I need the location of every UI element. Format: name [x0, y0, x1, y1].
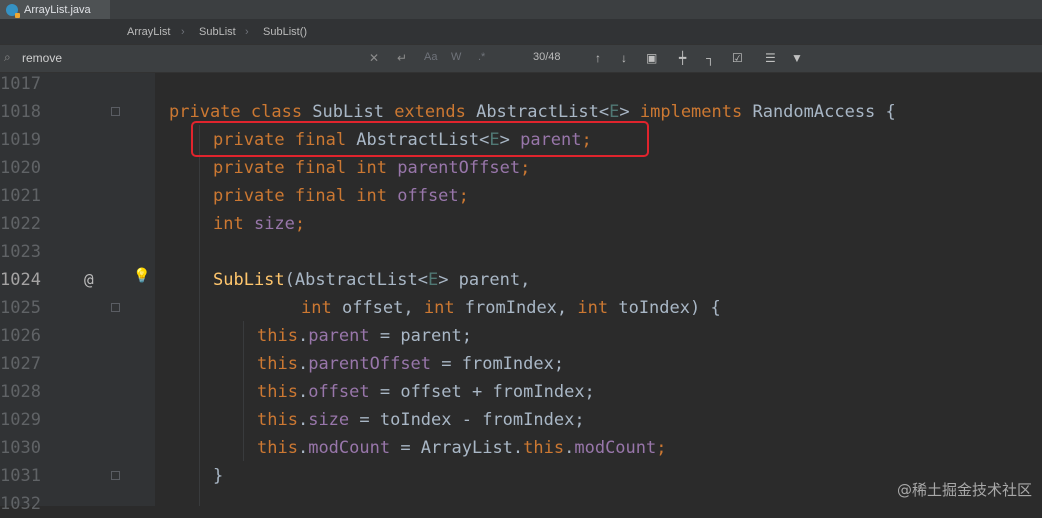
tab-arraylist-java[interactable]: ArrayList.java	[0, 0, 110, 19]
java-class-icon	[6, 3, 20, 18]
search-icon[interactable]: ⌕	[4, 50, 11, 65]
select-all-occurrences-icon[interactable]: ▣	[646, 51, 657, 65]
watermark: @稀土掘金技术社区	[896, 481, 1032, 499]
override-marker-icon[interactable]: @	[84, 266, 94, 294]
find-bar: ⌕ remove ✕ ↵ Aa W .* 30/48 ↑ ↓ ▣ ┿ ┐ ☑ ☰…	[0, 44, 1042, 73]
code-line-1028: this.offset = offset + fromIndex;	[257, 382, 595, 402]
indent-guide	[199, 125, 200, 506]
breadcrumb-item-sublist-constructor[interactable]: SubList()	[263, 26, 307, 38]
line-number: 1028	[0, 382, 41, 402]
code-line-1026: this.parent = parent;	[257, 326, 472, 346]
code-line-1021: private final int offset;	[213, 186, 469, 206]
line-number: 1026	[0, 326, 41, 346]
search-input[interactable]: remove	[22, 51, 62, 65]
clear-icon[interactable]: ✕	[369, 51, 379, 65]
lightbulb-icon[interactable]: 💡	[133, 268, 150, 284]
line-number: 1020	[0, 158, 41, 178]
chevron-right-icon: ›	[245, 26, 249, 38]
line-number: 1019	[0, 130, 41, 150]
code-line-1024: SubList(AbstractList<E> parent,	[213, 270, 531, 290]
match-case-toggle[interactable]: Aa	[424, 51, 437, 63]
line-number: 1023	[0, 242, 41, 262]
line-number: 1018	[0, 102, 41, 122]
whole-word-toggle[interactable]: W	[451, 51, 461, 63]
line-number: 1031	[0, 466, 41, 486]
editor-tab-bar: ArrayList.java	[0, 0, 1042, 19]
breadcrumb-item-arraylist[interactable]: ArrayList	[127, 26, 170, 38]
code-line-1029: this.size = toIndex - fromIndex;	[257, 410, 585, 430]
code-line-1031: }	[213, 466, 224, 486]
add-occurrence-icon[interactable]: ┿	[679, 51, 686, 65]
breadcrumb: ArrayList › SubList › SubList()	[0, 19, 1042, 44]
breadcrumb-item-sublist[interactable]: SubList	[199, 26, 236, 38]
line-number: 1022	[0, 214, 41, 234]
highlight-annotation-box	[191, 121, 649, 157]
line-number: 1027	[0, 354, 41, 374]
filter-icon[interactable]: ▼	[791, 51, 803, 65]
match-count: 30/48	[533, 51, 561, 63]
fold-marker-icon[interactable]	[111, 107, 120, 116]
code-line-1022: int size;	[213, 214, 306, 234]
chevron-right-icon: ›	[181, 26, 185, 38]
line-number: 1032	[0, 494, 41, 514]
line-number: 1029	[0, 410, 41, 430]
line-number: 1025	[0, 298, 41, 318]
line-number: 1030	[0, 438, 41, 458]
newline-icon[interactable]: ↵	[397, 51, 407, 65]
arrow-up-icon[interactable]: ↑	[595, 51, 601, 65]
code-line-1030: this.modCount = ArrayList.this.modCount;	[257, 438, 667, 458]
code-line-1027: this.parentOffset = fromIndex;	[257, 354, 565, 374]
indent-guide	[243, 321, 244, 461]
tab-label: ArrayList.java	[24, 3, 91, 16]
code-line-1020: private final int parentOffset;	[213, 158, 531, 178]
fold-marker-icon[interactable]	[111, 471, 120, 480]
toggle-occurrence-icon[interactable]: ☑	[732, 51, 743, 65]
filter-options-icon[interactable]: ☰	[765, 51, 776, 65]
line-number-current: 1024	[0, 270, 41, 290]
fold-marker-icon[interactable]	[111, 303, 120, 312]
line-number: 1017	[0, 74, 41, 94]
remove-occurrence-icon[interactable]: ┐	[706, 51, 715, 65]
code-line-1025: int offset, int fromIndex, int toIndex) …	[301, 298, 721, 318]
arrow-down-icon[interactable]: ↓	[621, 51, 627, 65]
line-number: 1021	[0, 186, 41, 206]
regex-toggle[interactable]: .*	[478, 51, 485, 63]
